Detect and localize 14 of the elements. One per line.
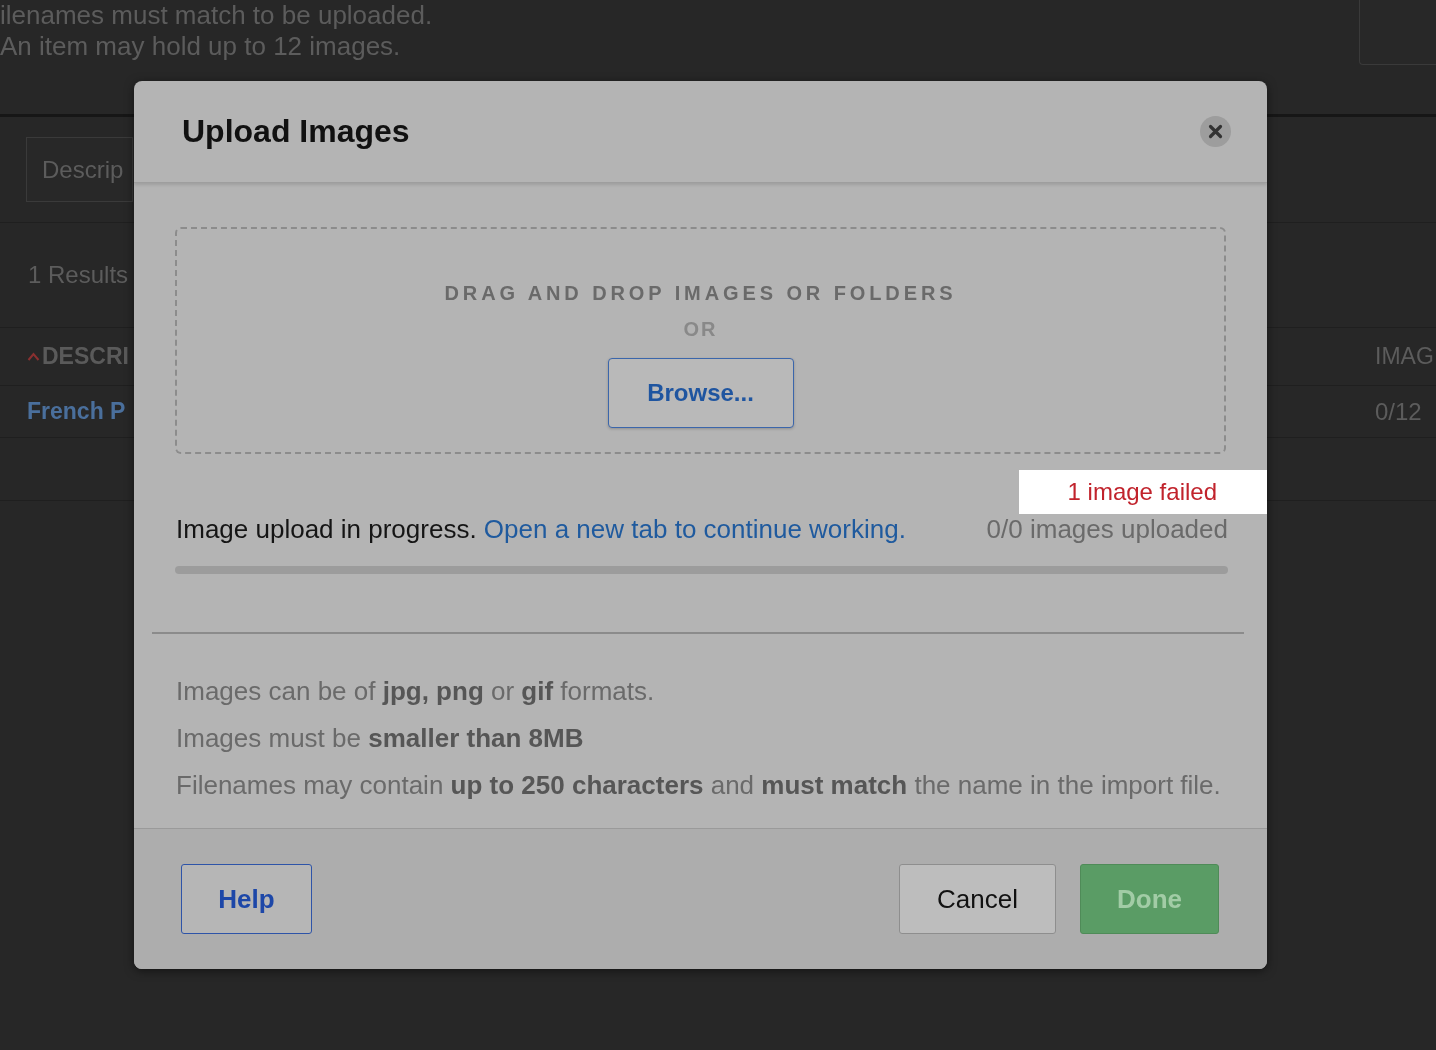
upload-count: 0/0 images uploaded: [986, 514, 1228, 544]
requirement-text: Images must be smaller than 8MB: [176, 722, 585, 755]
requirement-text: Filenames may contain up to 250 characters and must match the name in the import file.: [176, 769, 1222, 802]
requirement-text: Images can be of jpg, png or gif formats.: [176, 675, 656, 708]
new-tab-link[interactable]: Open a new tab to continue working.: [483, 514, 906, 544]
error-message: 1 image failed: [1019, 470, 1267, 514]
cancel-button[interactable]: Cancel: [899, 864, 1056, 934]
close-icon[interactable]: [1200, 116, 1231, 147]
help-button[interactable]: Help: [181, 864, 312, 934]
drop-prompt: DRAG AND DROP IMAGES OR FOLDERS: [444, 281, 957, 306]
browse-button[interactable]: Browse...: [607, 358, 794, 428]
sort-caret-icon[interactable]: [27, 351, 40, 362]
dialog-title: Upload Images: [182, 113, 410, 150]
progress-message: Image upload in progress. Open a new tab to continue working.: [176, 514, 906, 544]
